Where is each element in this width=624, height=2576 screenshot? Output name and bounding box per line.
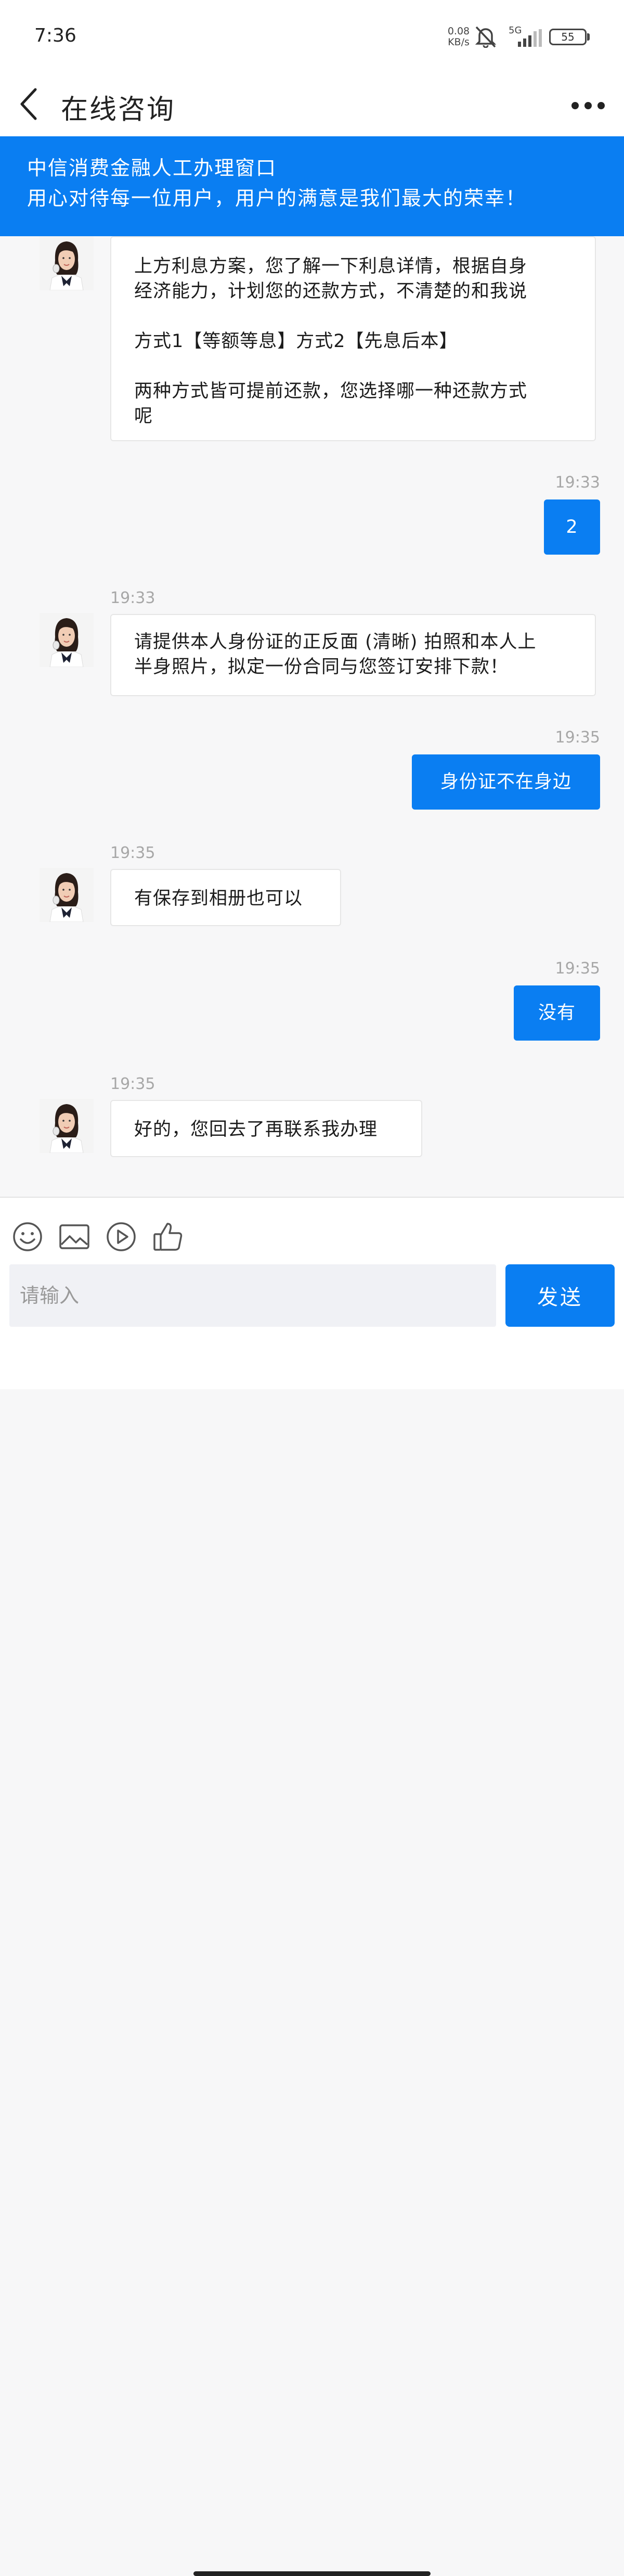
chat-area[interactable]: 上方利息方案，您了解一下利息详情，根据自身 经济能力，计划您的还款方式，不清楚的… bbox=[0, 236, 624, 1197]
message-line: 两种方式皆可提前还款，您选择哪一种还款方式 bbox=[134, 381, 528, 402]
bell-muted-icon bbox=[475, 26, 497, 48]
message-timestamp: 19:35 bbox=[110, 1075, 155, 1093]
message-timestamp: 19:33 bbox=[555, 473, 600, 492]
message-line bbox=[134, 354, 572, 379]
agent-avatar bbox=[40, 868, 94, 922]
home-indicator[interactable] bbox=[193, 2571, 431, 2576]
image-icon[interactable] bbox=[58, 1221, 90, 1253]
message-line: 好的，您回去了再联系我办理 bbox=[134, 1119, 378, 1140]
battery-tip bbox=[587, 33, 590, 41]
thumbs-up-icon[interactable] bbox=[152, 1221, 184, 1253]
message-timestamp: 19:33 bbox=[110, 589, 155, 607]
incoming-message-bubble: 上方利息方案，您了解一下利息详情，根据自身 经济能力，计划您的还款方式，不清楚的… bbox=[110, 236, 596, 441]
banner-title: 中信消费金融人工办理窗口 bbox=[27, 157, 277, 180]
message-line: 方式1【等额等息】方式2【先息后本】 bbox=[134, 331, 458, 352]
network-speed: 0.08 KB/s bbox=[443, 26, 474, 48]
send-button[interactable]: 发送 bbox=[505, 1264, 615, 1327]
outgoing-message-bubble: 身份证不在身边 bbox=[412, 754, 600, 810]
message-line: 呢 bbox=[134, 406, 153, 427]
agent-avatar bbox=[40, 1099, 94, 1153]
incoming-message-bubble: 请提供本人身份证的正反面 (清晰) 拍照和本人上 半身照片，拟定一份合同与您签订… bbox=[110, 614, 596, 696]
message-line bbox=[134, 304, 572, 329]
outgoing-message-bubble: 没有 bbox=[514, 985, 600, 1041]
message-timestamp: 19:35 bbox=[555, 959, 600, 978]
agent-avatar bbox=[40, 236, 94, 290]
clock: 7:36 bbox=[34, 25, 76, 46]
nav-bar: 在线咨询 bbox=[0, 73, 624, 136]
message-line: 上方利息方案，您了解一下利息详情，根据自身 bbox=[134, 256, 528, 277]
message-line: 有保存到相册也可以 bbox=[134, 888, 303, 909]
emoji-icon[interactable] bbox=[11, 1221, 44, 1253]
back-arrow-icon[interactable] bbox=[16, 83, 42, 125]
agent-avatar bbox=[40, 613, 94, 667]
network-speed-unit: KB/s bbox=[448, 36, 470, 48]
message-line: 经济能力，计划您的还款方式，不清楚的和我说 bbox=[134, 281, 528, 302]
message-timestamp: 19:35 bbox=[110, 844, 155, 862]
notice-banner: 中信消费金融人工办理窗口 用心对待每一位用户，用户的满意是我们最大的荣幸！ bbox=[0, 136, 624, 236]
incoming-message-bubble: 有保存到相册也可以 bbox=[110, 869, 341, 926]
page-title: 在线咨询 bbox=[61, 94, 176, 125]
status-bar: 7:36 0.08 KB/s 5G 55 bbox=[0, 0, 624, 73]
network-speed-value: 0.08 bbox=[447, 25, 470, 37]
incoming-message-bubble: 好的，您回去了再联系我办理 bbox=[110, 1100, 422, 1157]
more-options-icon[interactable] bbox=[570, 93, 606, 119]
banner-subtitle: 用心对待每一位用户，用户的满意是我们最大的荣幸！ bbox=[27, 187, 527, 210]
video-play-icon[interactable] bbox=[105, 1221, 137, 1253]
message-line: 半身照片，拟定一份合同与您签订安排下款！ bbox=[134, 657, 509, 677]
message-input[interactable] bbox=[9, 1264, 496, 1327]
signal-icon bbox=[518, 29, 542, 47]
message-line: 请提供本人身份证的正反面 (清晰) 拍照和本人上 bbox=[134, 632, 537, 652]
composer: 发送 bbox=[0, 1197, 624, 2576]
outgoing-message-bubble: 2 bbox=[544, 499, 600, 555]
message-timestamp: 19:35 bbox=[555, 728, 600, 747]
battery-icon: 55 bbox=[549, 29, 587, 45]
